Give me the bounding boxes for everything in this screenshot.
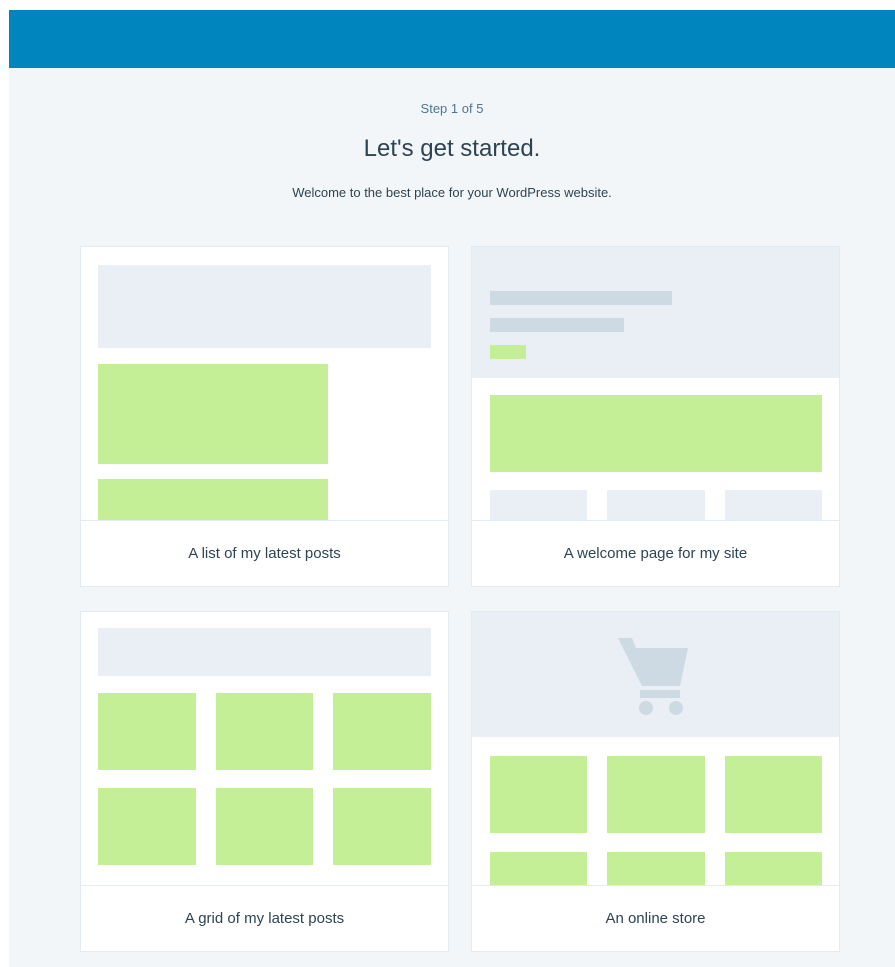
option-label: A welcome page for my site <box>472 520 839 586</box>
latest-posts-list-preview <box>81 247 448 521</box>
column-placeholder <box>490 490 587 521</box>
header-placeholder <box>98 265 431 348</box>
header-placeholder <box>98 628 431 676</box>
option-label: An online store <box>472 885 839 951</box>
step-indicator: Step 1 of 5 <box>420 101 484 116</box>
text-line-placeholder <box>490 318 624 332</box>
online-store-preview <box>472 612 839 886</box>
option-label: A grid of my latest posts <box>81 885 448 951</box>
signup-step-content: Step 1 of 5 Let's get started. Welcome t… <box>9 68 895 967</box>
product-placeholder <box>725 756 822 833</box>
product-placeholder <box>725 852 822 886</box>
option-card-latest-posts-grid[interactable]: A grid of my latest posts <box>80 611 449 952</box>
grid-post-placeholder <box>98 788 196 865</box>
option-card-online-store[interactable]: An online store <box>471 611 840 952</box>
product-placeholder <box>607 756 705 833</box>
grid-post-placeholder <box>98 693 196 770</box>
option-card-latest-posts-list[interactable]: A list of my latest posts <box>80 246 449 587</box>
product-placeholder <box>607 852 705 886</box>
shopping-cart-icon <box>618 638 688 715</box>
page-subtitle: Welcome to the best place for your WordP… <box>292 185 612 200</box>
post-placeholder <box>98 479 328 521</box>
grid-post-placeholder <box>333 788 431 865</box>
column-placeholder <box>607 490 705 521</box>
button-placeholder <box>490 345 526 359</box>
heading-line-placeholder <box>490 291 672 305</box>
post-placeholder <box>98 364 328 464</box>
feature-placeholder <box>490 395 822 472</box>
welcome-page-preview <box>472 247 839 521</box>
page-title: Let's get started. <box>363 135 541 162</box>
product-placeholder <box>490 852 587 886</box>
grid-post-placeholder <box>216 693 313 770</box>
top-bar <box>9 10 895 68</box>
option-label: A list of my latest posts <box>81 520 448 586</box>
option-card-welcome-page[interactable]: A welcome page for my site <box>471 246 840 587</box>
latest-posts-grid-preview <box>81 612 448 886</box>
grid-post-placeholder <box>333 693 431 770</box>
product-placeholder <box>490 756 587 833</box>
hero-placeholder <box>472 247 839 378</box>
column-placeholder <box>725 490 822 521</box>
grid-post-placeholder <box>216 788 313 865</box>
